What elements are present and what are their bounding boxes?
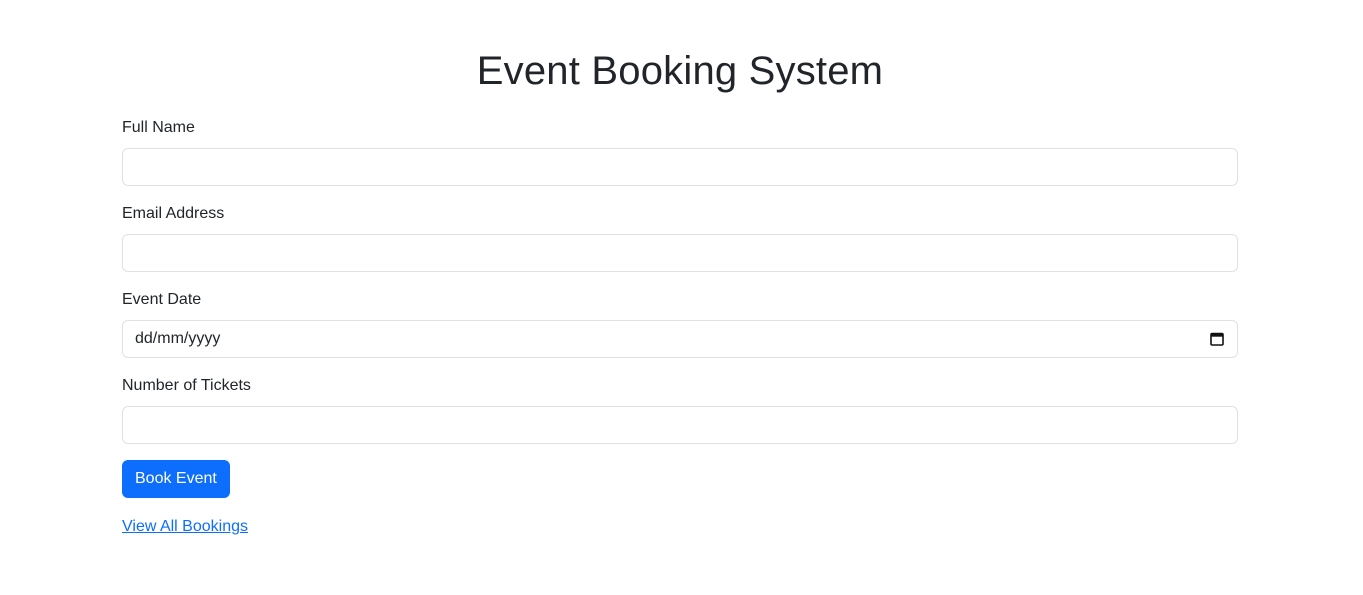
booking-container: Event Booking System Full Name Email Add… xyxy=(122,0,1238,537)
page-title: Event Booking System xyxy=(476,49,884,93)
calendar-icon[interactable] xyxy=(1209,331,1225,347)
event-date-input[interactable]: dd/mm/yyyy xyxy=(122,320,1238,358)
event-date-value: dd/mm/yyyy xyxy=(135,330,221,347)
tickets-input[interactable] xyxy=(122,406,1238,444)
event-date-label: Event Date xyxy=(122,291,202,308)
full-name-label: Full Name xyxy=(122,119,195,136)
full-name-input[interactable] xyxy=(122,148,1238,186)
view-all-bookings-link[interactable]: View All Bookings xyxy=(122,517,248,537)
tickets-group: Number of Tickets xyxy=(122,376,1238,444)
email-input[interactable] xyxy=(122,234,1238,272)
full-name-group: Full Name xyxy=(122,118,1238,186)
event-date-group: Event Date dd/mm/yyyy xyxy=(122,290,1238,358)
email-label: Email Address xyxy=(122,205,225,222)
email-group: Email Address xyxy=(122,204,1238,272)
links-row: View All Bookings xyxy=(122,517,1238,537)
book-event-button[interactable]: Book Event xyxy=(122,460,230,498)
tickets-label: Number of Tickets xyxy=(122,377,251,394)
submit-row: Book Event xyxy=(122,460,1238,498)
